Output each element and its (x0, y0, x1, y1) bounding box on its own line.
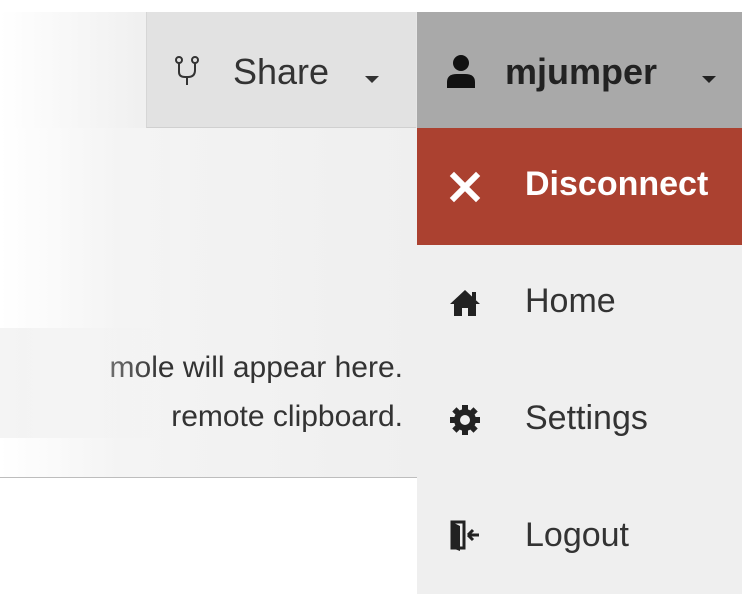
gear-icon (450, 405, 480, 435)
user-menu-button[interactable]: mjumper (417, 12, 742, 128)
guacamole-page: Share mjumper mole will appear here. rem… (0, 0, 742, 594)
fade-overlay (0, 328, 160, 438)
close-icon (449, 171, 481, 203)
logout-icon (450, 520, 479, 551)
menu-item-settings[interactable]: Settings (417, 362, 742, 479)
share-label: Share (233, 51, 330, 92)
user-dropdown-menu: Disconnect Home Settings Logout (417, 128, 742, 594)
menu-item-logout[interactable]: Logout (417, 479, 742, 594)
clipboard-panel: mole will appear here. remote clipboard. (0, 128, 417, 478)
share-menu-button[interactable]: Share (146, 12, 416, 128)
username-label: mjumper (505, 51, 658, 92)
user-icon (447, 55, 475, 88)
home-icon (450, 290, 480, 316)
menu-item-home[interactable]: Home (417, 245, 742, 362)
menu-item-disconnect[interactable]: Disconnect (417, 128, 742, 245)
chevron-down-icon (365, 76, 379, 83)
menu-item-label: Home (525, 282, 616, 320)
share-icon (175, 56, 199, 85)
chevron-down-icon (702, 76, 716, 83)
menu-item-label: Settings (525, 399, 648, 437)
menu-item-label: Logout (525, 516, 629, 554)
menu-item-label: Disconnect (525, 165, 709, 203)
